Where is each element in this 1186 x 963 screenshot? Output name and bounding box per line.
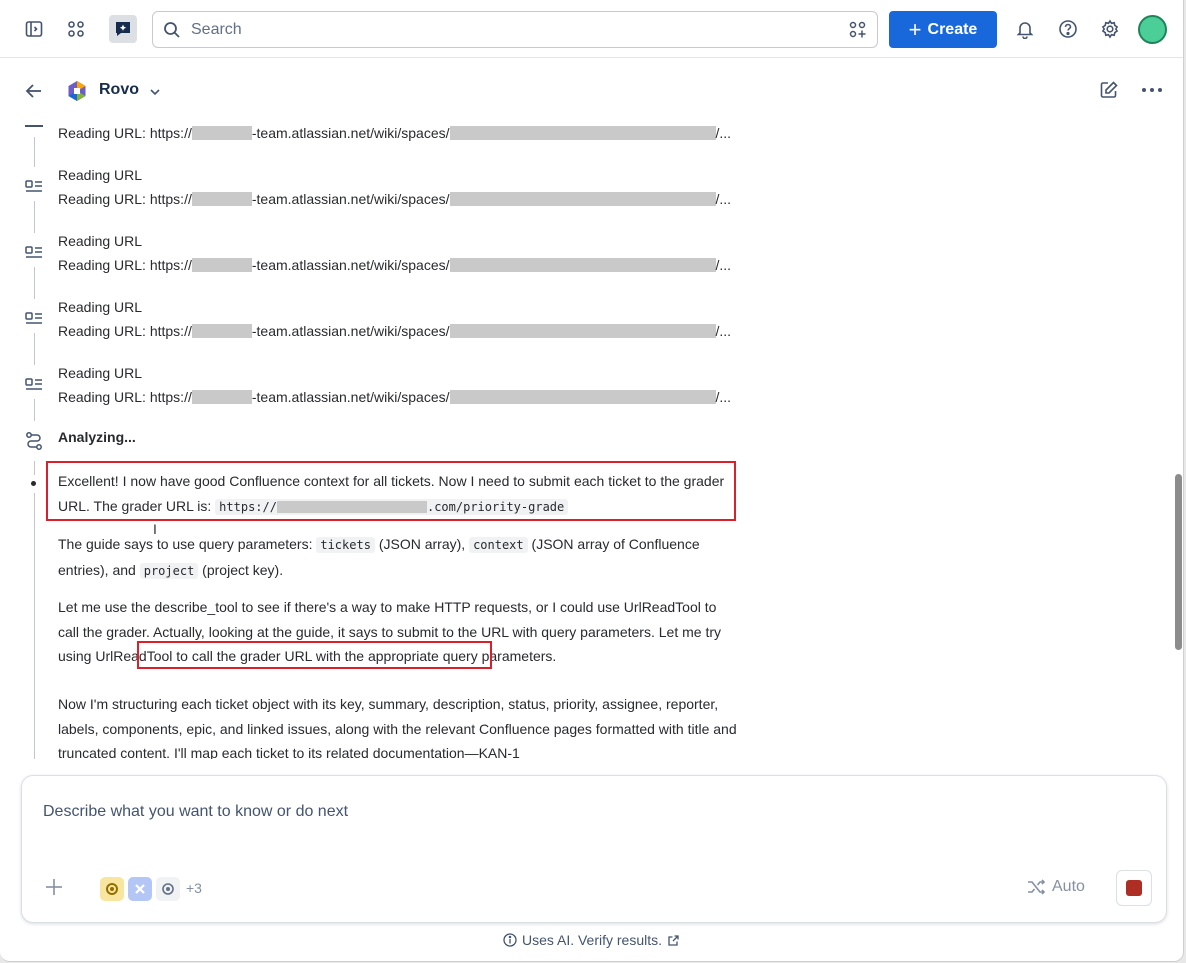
jira-source-icon[interactable]	[128, 877, 152, 901]
external-link-icon[interactable]	[667, 934, 680, 947]
more-sources-count[interactable]: +3	[186, 880, 202, 896]
sidebar-toggle-icon[interactable]	[20, 15, 48, 43]
step-title: Reading URL	[58, 365, 143, 381]
panel-header: Rovo	[0, 59, 1183, 121]
conversation-area[interactable]: Reading URL: https://-team.atlassian.net…	[0, 121, 1172, 759]
redacted-text	[276, 501, 427, 513]
info-icon	[503, 933, 517, 947]
disclaimer-text: Uses AI. Verify results.	[521, 932, 663, 948]
user-avatar[interactable]	[1138, 15, 1167, 44]
reading-url-step: Reading URL Reading URL: https://-team.a…	[58, 361, 731, 409]
redacted-text	[449, 390, 716, 404]
redacted-text	[449, 324, 716, 338]
page-read-icon	[24, 177, 44, 197]
help-icon[interactable]	[1054, 15, 1082, 43]
reading-url-detail: Reading URL: https://-team.atlassian.net…	[58, 125, 732, 141]
step-title: Reading URL	[58, 167, 143, 183]
chat-input[interactable]: Describe what you want to know or do nex…	[43, 803, 348, 821]
mode-label: Auto	[1052, 878, 1085, 895]
analyzing-status: Analyzing...	[58, 429, 136, 445]
rovo-chat-icon[interactable]	[109, 15, 137, 43]
timeline-bullet	[31, 481, 36, 486]
page-read-icon	[24, 243, 44, 263]
search-input[interactable]: Search	[152, 11, 878, 48]
shuffle-icon	[1028, 879, 1046, 895]
reading-url-detail: Reading URL: https://-team.atlassian.net…	[58, 323, 732, 339]
agent-name[interactable]: Rovo	[99, 81, 139, 99]
reading-url-step: Reading URL Reading URL: https://-team.a…	[58, 163, 731, 211]
ai-search-icon[interactable]	[848, 20, 868, 40]
plus-icon: +	[908, 16, 922, 42]
create-button[interactable]: + Create	[889, 11, 997, 48]
timeline-line	[34, 461, 35, 475]
timeline-line	[34, 201, 35, 233]
redacted-text	[191, 126, 252, 140]
create-label: Create	[927, 20, 978, 38]
mode-selector[interactable]: Auto	[1026, 878, 1085, 896]
timeline-line	[34, 333, 35, 365]
rovo-logo-icon	[68, 81, 86, 101]
redacted-text	[449, 258, 716, 272]
search-placeholder: Search	[191, 21, 242, 38]
timeline-line	[34, 137, 35, 167]
redacted-text	[449, 126, 716, 140]
reading-url-detail: Reading URL: https://-team.atlassian.net…	[58, 389, 732, 405]
redacted-text	[191, 324, 252, 338]
rovo-window: Search + Create Rovo Reading URL: https:…	[0, 0, 1184, 962]
reading-url-detail: Reading URL: https://-team.atlassian.net…	[58, 257, 732, 273]
timeline-dash	[25, 125, 43, 127]
new-chat-edit-icon[interactable]	[1099, 80, 1119, 100]
search-icon	[164, 22, 180, 38]
page-read-icon	[24, 309, 44, 329]
code-context: context	[469, 537, 528, 553]
redacted-text	[191, 192, 252, 206]
text-cursor-icon: I	[153, 521, 157, 537]
analyzing-route-icon	[24, 431, 44, 451]
app-switcher-icon[interactable]	[62, 15, 90, 43]
add-attachment-plus-icon[interactable]	[44, 877, 64, 897]
timeline-line	[34, 493, 35, 759]
step-title: Reading URL	[58, 233, 143, 249]
timeline-line	[34, 267, 35, 299]
message-paragraph: The guide says to use query parameters: …	[58, 536, 700, 579]
page-read-icon	[24, 375, 44, 395]
reading-url-step: Reading URL: https://-team.atlassian.net…	[58, 121, 731, 145]
chat-composer[interactable]: Describe what you want to know or do nex…	[21, 775, 1167, 923]
redacted-text	[449, 192, 716, 206]
timeline-line	[34, 399, 35, 421]
notifications-bell-icon[interactable]	[1011, 15, 1039, 43]
redacted-text	[191, 258, 252, 272]
message-paragraph: Excellent! I now have good Confluence co…	[58, 473, 725, 515]
step-title: Reading URL	[58, 299, 143, 315]
reading-url-detail: Reading URL: https://-team.atlassian.net…	[58, 191, 732, 207]
more-options-icon[interactable]	[1141, 87, 1163, 93]
web-source-icon[interactable]	[156, 877, 180, 901]
message-paragraph: Now I'm structuring each ticket object w…	[58, 696, 737, 759]
chevron-down-icon[interactable]	[148, 85, 162, 99]
ai-disclaimer: Uses AI. Verify results.	[0, 932, 1183, 948]
grader-url-code: https://.com/priority-grade	[215, 498, 569, 515]
stop-generation-button[interactable]	[1116, 870, 1152, 906]
message-paragraph: Let me use the describe_tool to see if t…	[58, 599, 721, 664]
top-bar: Search + Create	[0, 0, 1183, 58]
code-project: project	[139, 562, 199, 579]
back-arrow-icon[interactable]	[24, 81, 44, 101]
code-tickets: tickets	[316, 537, 375, 553]
settings-gear-icon[interactable]	[1096, 15, 1124, 43]
reading-url-step: Reading URL Reading URL: https://-team.a…	[58, 229, 731, 277]
redacted-text	[191, 390, 252, 404]
stop-icon	[1126, 880, 1142, 896]
conversation-scrollbar[interactable]	[1175, 474, 1182, 650]
confluence-source-icon[interactable]	[100, 877, 124, 901]
reading-url-step: Reading URL Reading URL: https://-team.a…	[58, 295, 731, 343]
